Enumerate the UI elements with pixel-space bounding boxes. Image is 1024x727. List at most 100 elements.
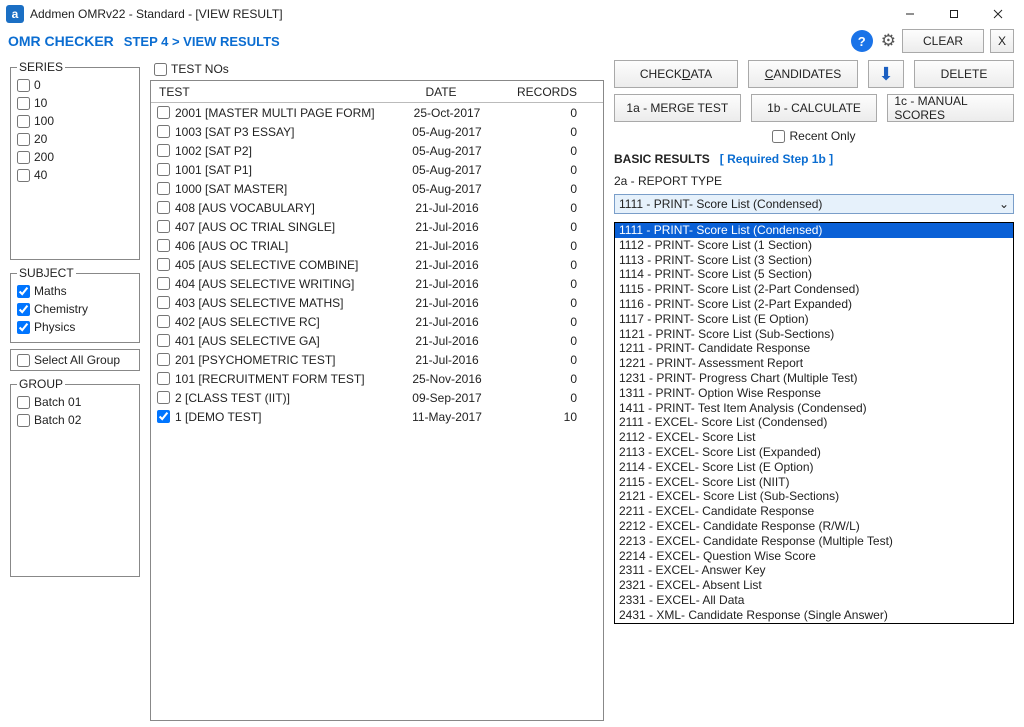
calculate-button[interactable]: 1b - CALCULATE [751,94,878,122]
series-item-row[interactable]: 100 [17,112,133,130]
report-type-option[interactable]: 1111 - PRINT- Score List (Condensed) [615,223,1013,238]
testnos-checkbox[interactable] [154,63,167,76]
series-item-row[interactable]: 40 [17,166,133,184]
candidates-button[interactable]: CANDIDATES [748,60,858,88]
candidates-dropdown-button[interactable]: ⬇ [868,60,904,88]
report-type-option[interactable]: 2115 - EXCEL- Score List (NIIT) [615,475,1013,490]
row-checkbox[interactable] [157,163,170,176]
recent-only-checkbox[interactable] [772,130,785,143]
report-type-option[interactable]: 1221 - PRINT- Assessment Report [615,356,1013,371]
report-type-option[interactable]: 2331 - EXCEL- All Data [615,593,1013,608]
report-type-option[interactable]: 2212 - EXCEL- Candidate Response (R/W/L) [615,519,1013,534]
series-item-checkbox[interactable] [17,79,30,92]
report-type-option[interactable]: 1231 - PRINT- Progress Chart (Multiple T… [615,371,1013,386]
table-row[interactable]: 402 [AUS SELECTIVE RC]21-Jul-20160 [151,312,603,331]
window-close-button[interactable] [976,0,1020,28]
check-data-button[interactable]: CHECK DATA [614,60,738,88]
report-type-option[interactable]: 1211 - PRINT- Candidate Response [615,341,1013,356]
report-type-option[interactable]: 2431 - XML- Candidate Response (Single A… [615,608,1013,623]
series-item-checkbox[interactable] [17,169,30,182]
report-type-option[interactable]: 1113 - PRINT- Score List (3 Section) [615,253,1013,268]
subject-item-checkbox[interactable] [17,303,30,316]
table-row[interactable]: 2 [CLASS TEST (IIT)]09-Sep-20170 [151,388,603,407]
report-type-option[interactable]: 1311 - PRINT- Option Wise Response [615,386,1013,401]
row-checkbox[interactable] [157,239,170,252]
row-checkbox[interactable] [157,391,170,404]
report-type-option[interactable]: 2111 - EXCEL- Score List (Condensed) [615,415,1013,430]
row-checkbox[interactable] [157,296,170,309]
table-row[interactable]: 1000 [SAT MASTER]05-Aug-20170 [151,179,603,198]
table-row[interactable]: 408 [AUS VOCABULARY]21-Jul-20160 [151,198,603,217]
series-item-row[interactable]: 0 [17,76,133,94]
subject-item-row[interactable]: Maths [17,282,133,300]
help-icon[interactable]: ? [851,30,873,52]
table-row[interactable]: 101 [RECRUITMENT FORM TEST]25-Nov-20160 [151,369,603,388]
row-checkbox[interactable] [157,372,170,385]
subject-item-row[interactable]: Chemistry [17,300,133,318]
row-checkbox[interactable] [157,220,170,233]
group-item-checkbox[interactable] [17,414,30,427]
series-item-checkbox[interactable] [17,97,30,110]
table-row[interactable]: 201 [PSYCHOMETRIC TEST]21-Jul-20160 [151,350,603,369]
manual-scores-button[interactable]: 1c - MANUAL SCORES [887,94,1014,122]
report-type-option[interactable]: 2121 - EXCEL- Score List (Sub-Sections) [615,489,1013,504]
table-row[interactable]: 1001 [SAT P1]05-Aug-20170 [151,160,603,179]
col-header-test[interactable]: TEST [151,85,381,99]
report-type-option[interactable]: 1116 - PRINT- Score List (2-Part Expande… [615,297,1013,312]
merge-test-button[interactable]: 1a - MERGE TEST [614,94,741,122]
maximize-button[interactable] [932,0,976,28]
report-type-option[interactable]: 1121 - PRINT- Score List (Sub-Sections) [615,327,1013,342]
table-row[interactable]: 2001 [MASTER MULTI PAGE FORM]25-Oct-2017… [151,103,603,122]
series-item-row[interactable]: 20 [17,130,133,148]
report-type-option[interactable]: 1115 - PRINT- Score List (2-Part Condens… [615,282,1013,297]
table-row[interactable]: 407 [AUS OC TRIAL SINGLE]21-Jul-20160 [151,217,603,236]
col-header-records[interactable]: RECORDS [501,85,603,99]
row-checkbox[interactable] [157,334,170,347]
series-item-checkbox[interactable] [17,133,30,146]
report-type-dropdown-list[interactable]: 1111 - PRINT- Score List (Condensed)1112… [614,222,1014,624]
col-header-date[interactable]: DATE [381,85,501,99]
clear-button[interactable]: CLEAR [902,29,984,53]
series-item-row[interactable]: 200 [17,148,133,166]
report-type-option[interactable]: 1114 - PRINT- Score List (5 Section) [615,267,1013,282]
table-row[interactable]: 405 [AUS SELECTIVE COMBINE]21-Jul-20160 [151,255,603,274]
report-type-option[interactable]: 2321 - EXCEL- Absent List [615,578,1013,593]
report-type-option[interactable]: 2112 - EXCEL- Score List [615,430,1013,445]
row-checkbox[interactable] [157,144,170,157]
subject-item-row[interactable]: Physics [17,318,133,336]
table-row[interactable]: 404 [AUS SELECTIVE WRITING]21-Jul-20160 [151,274,603,293]
row-checkbox[interactable] [157,353,170,366]
select-all-group[interactable]: Select All Group [10,349,140,371]
table-row[interactable]: 401 [AUS SELECTIVE GA]21-Jul-20160 [151,331,603,350]
subject-item-checkbox[interactable] [17,285,30,298]
select-all-group-checkbox[interactable] [17,354,30,367]
group-item-row[interactable]: Batch 01 [17,393,133,411]
table-row[interactable]: 1 [DEMO TEST]11-May-201710 [151,407,603,426]
row-checkbox[interactable] [157,182,170,195]
group-item-checkbox[interactable] [17,396,30,409]
table-row[interactable]: 403 [AUS SELECTIVE MATHS]21-Jul-20160 [151,293,603,312]
delete-button[interactable]: DELETE [914,60,1014,88]
minimize-button[interactable] [888,0,932,28]
report-type-option[interactable]: 2113 - EXCEL- Score List (Expanded) [615,445,1013,460]
report-type-option[interactable]: 1117 - PRINT- Score List (E Option) [615,312,1013,327]
gear-icon[interactable]: ⚙ [881,31,896,51]
inner-close-button[interactable]: X [990,29,1014,53]
subject-item-checkbox[interactable] [17,321,30,334]
report-type-select[interactable]: 1111 - PRINT- Score List (Condensed) ⌄ [614,194,1014,214]
series-item-row[interactable]: 10 [17,94,133,112]
table-row[interactable]: 1003 [SAT P3 ESSAY]05-Aug-20170 [151,122,603,141]
table-row[interactable]: 1002 [SAT P2]05-Aug-20170 [151,141,603,160]
report-type-option[interactable]: 2114 - EXCEL- Score List (E Option) [615,460,1013,475]
report-type-option[interactable]: 1112 - PRINT- Score List (1 Section) [615,238,1013,253]
report-type-option[interactable]: 2213 - EXCEL- Candidate Response (Multip… [615,534,1013,549]
report-type-option[interactable]: 2311 - EXCEL- Answer Key [615,563,1013,578]
report-type-option[interactable]: 2214 - EXCEL- Question Wise Score [615,549,1013,564]
testnos-toggle[interactable]: TEST NOs [150,60,604,78]
report-type-option[interactable]: 2211 - EXCEL- Candidate Response [615,504,1013,519]
table-row[interactable]: 406 [AUS OC TRIAL]21-Jul-20160 [151,236,603,255]
row-checkbox[interactable] [157,106,170,119]
row-checkbox[interactable] [157,277,170,290]
row-checkbox[interactable] [157,201,170,214]
row-checkbox[interactable] [157,315,170,328]
